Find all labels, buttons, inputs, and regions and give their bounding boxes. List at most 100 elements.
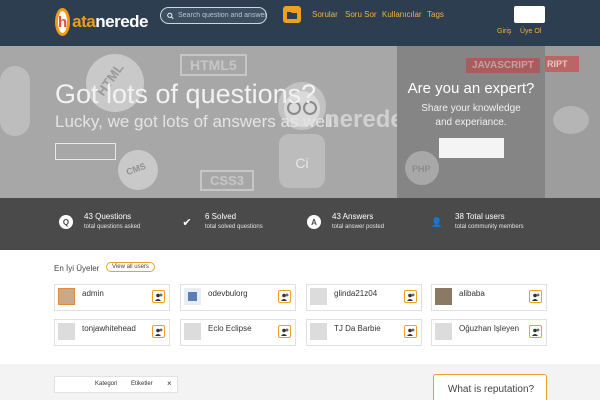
check-icon: ✔ <box>182 216 192 229</box>
user-card[interactable]: glinda21z04 <box>306 284 422 311</box>
stat-label: total solved questions <box>205 224 263 230</box>
reputation-title: What is reputation? <box>447 384 535 395</box>
hero-right-edge: RIPT <box>545 46 600 198</box>
folder-icon <box>287 11 297 19</box>
site-logo[interactable]: h atanerede <box>55 7 148 37</box>
username[interactable]: admin <box>82 289 104 298</box>
follow-user-button[interactable] <box>278 325 291 338</box>
add-user-icon <box>280 293 288 301</box>
stat-label: total community members <box>455 224 524 230</box>
reputation-widget: What is reputation? <box>433 374 547 400</box>
avatar <box>184 323 201 340</box>
user-card[interactable]: Eclo Eclipse <box>180 319 296 346</box>
filter-tabs: Kategori Etiketler × <box>54 376 178 393</box>
avatar <box>184 288 201 305</box>
stat-questions: Q 43 Questions total questions asked <box>59 212 140 230</box>
username[interactable]: Oğuzhan Işleyen <box>459 324 519 333</box>
expert-button[interactable] <box>439 138 504 158</box>
nav-questions[interactable]: Sorular <box>312 10 338 19</box>
answer-icon: A <box>307 215 321 229</box>
username[interactable]: tonjawhitehead <box>82 324 136 333</box>
add-user-icon <box>406 328 414 336</box>
expert-subtitle-line-1: Share your knowledge <box>421 103 521 114</box>
top-users-title: En İyi Üyeler <box>54 264 100 273</box>
username[interactable]: TJ Da Barbie <box>334 324 381 333</box>
stat-label: total answer posted <box>332 224 385 230</box>
avatar <box>310 288 327 305</box>
login-link[interactable]: Giriş <box>497 28 511 35</box>
close-icon[interactable]: × <box>167 379 172 388</box>
stat-answers: A 43 Answers total answer posted <box>307 212 384 230</box>
decor-penguin <box>0 66 30 136</box>
stat-solved: ✔ 6 Solved total solved questions <box>180 212 263 230</box>
expert-title: Are you an expert? <box>407 80 535 97</box>
username[interactable]: odevbulorg <box>208 289 248 298</box>
stat-value: 6 Solved <box>205 212 237 221</box>
stat-users: 👤 38 Total users total community members <box>430 212 524 230</box>
nav-ask-question[interactable]: Soru Sor <box>345 10 377 19</box>
logo-text-nerede: nerede <box>95 12 148 31</box>
categories-button[interactable] <box>283 6 301 23</box>
logo-text: atanerede <box>72 12 148 32</box>
top-navbar: h atanerede Sorular Soru Sor Kullanıcıla… <box>0 0 600 46</box>
register-link[interactable]: Üye Ol <box>520 28 541 35</box>
stat-value: 43 Answers <box>332 212 374 221</box>
users-icon: 👤 <box>431 216 443 227</box>
decor-php: PHP <box>412 164 431 174</box>
username[interactable]: Eclo Eclipse <box>208 324 252 333</box>
follow-user-button[interactable] <box>404 290 417 303</box>
add-user-icon <box>154 328 162 336</box>
add-user-icon <box>280 328 288 336</box>
svg-text:Ci: Ci <box>295 155 308 171</box>
user-card[interactable]: alibaba <box>431 284 547 311</box>
user-card[interactable]: TJ Da Barbie <box>306 319 422 346</box>
follow-user-button[interactable] <box>529 290 542 303</box>
avatar <box>310 323 327 340</box>
search-box <box>160 7 267 24</box>
nav-tags[interactable]: Tags <box>427 10 444 19</box>
logo-mark: h <box>55 8 71 36</box>
search-input[interactable] <box>178 12 266 19</box>
user-card[interactable]: admin <box>54 284 170 311</box>
tab-tags[interactable]: Etiketler <box>131 381 153 387</box>
follow-user-button[interactable] <box>152 290 165 303</box>
expert-subtitle: Share your knowledge and experiance. <box>397 102 545 130</box>
avatar-image <box>188 292 197 301</box>
cloud-icon <box>553 106 589 134</box>
hero-title: Got lots of questions? <box>55 79 317 109</box>
hero-left-panel: HTML HTML5 CMS CSS3 Ci Got lots of quest… <box>0 46 404 198</box>
follow-user-button[interactable] <box>152 325 165 338</box>
user-panel-box[interactable] <box>514 6 545 23</box>
add-user-icon <box>531 293 539 301</box>
view-all-users-button[interactable]: View all users <box>106 262 155 272</box>
hero-action-button[interactable] <box>55 143 116 160</box>
content-area: Kategori Etiketler × What is reputation? <box>0 364 600 400</box>
decor-javascript: RIPT <box>545 56 579 72</box>
decor-css3: CSS3 <box>200 170 254 191</box>
logo-text-ata: ata <box>72 12 96 31</box>
expert-subtitle-line-2: and experiance. <box>435 117 507 128</box>
follow-user-button[interactable] <box>529 325 542 338</box>
username[interactable]: glinda21z04 <box>334 289 377 298</box>
user-card[interactable]: odevbulorg <box>180 284 296 311</box>
nav-users[interactable]: Kullanıcılar <box>382 10 422 19</box>
avatar <box>58 288 75 305</box>
add-user-icon <box>531 328 539 336</box>
follow-user-button[interactable] <box>404 325 417 338</box>
follow-user-button[interactable] <box>278 290 291 303</box>
stat-value: 38 Total users <box>455 212 505 221</box>
decor-html5: HTML5 <box>180 54 247 76</box>
decor-nerede: nerede <box>325 106 404 133</box>
user-card[interactable]: tonjawhitehead <box>54 319 170 346</box>
question-icon: Q <box>59 215 73 229</box>
avatar <box>435 288 452 305</box>
stat-label: total questions asked <box>84 224 141 230</box>
stats-bar: Q 43 Questions total questions asked ✔ 6 … <box>0 198 600 250</box>
hero-subtitle: Lucky, we got lots of answers as well! <box>55 112 338 131</box>
user-card[interactable]: Oğuzhan Işleyen <box>431 319 547 346</box>
avatar <box>435 323 452 340</box>
avatar <box>58 323 75 340</box>
tab-category[interactable]: Kategori <box>95 381 117 387</box>
username[interactable]: alibaba <box>459 289 485 298</box>
add-user-icon <box>406 293 414 301</box>
